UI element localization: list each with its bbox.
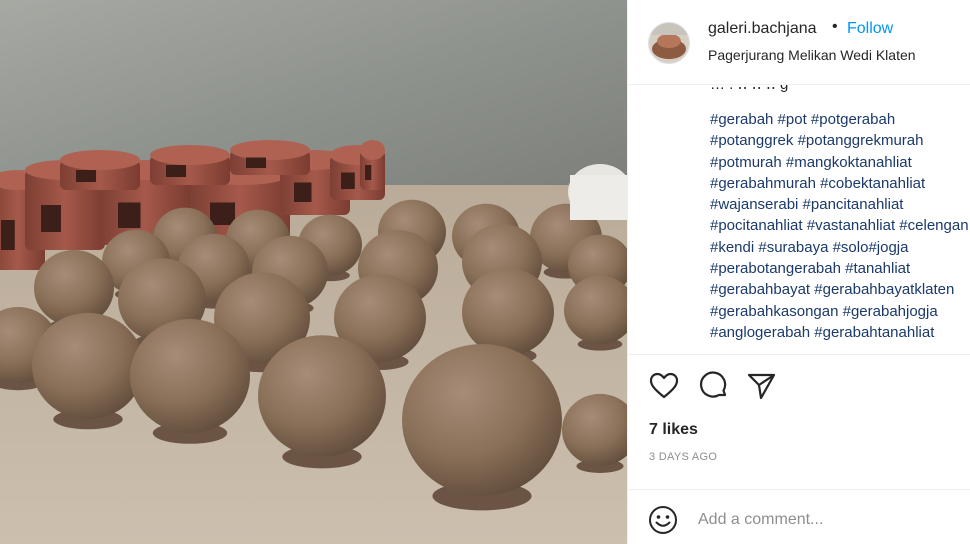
post-timestamp: 3 DAYS AGO bbox=[649, 451, 718, 463]
clay-stove bbox=[150, 145, 230, 185]
clay-stove bbox=[230, 140, 310, 175]
hashtag-line[interactable]: #perabotangerabah #tanahliat bbox=[710, 258, 970, 279]
likes-count[interactable]: 7 likes bbox=[649, 421, 698, 439]
hashtag-line[interactable]: #potanggrek #potanggrekmurah bbox=[710, 130, 970, 151]
hashtag-line[interactable]: #gerabahmurah #cobektanahliat bbox=[710, 173, 970, 194]
hashtag-line[interactable]: #wajanserabi #pancitanahliat bbox=[710, 194, 970, 215]
hashtag-line[interactable]: #potmurah #mangkoktanahliat bbox=[710, 152, 970, 173]
username[interactable]: galeri.bachjana bbox=[708, 20, 817, 38]
location-link[interactable]: Pagerjurang Melikan Wedi Klaten bbox=[708, 47, 916, 63]
share-icon[interactable] bbox=[746, 370, 778, 402]
pottery-photo bbox=[0, 0, 627, 544]
caption-text: … . ‥ ‥ ‥ g bbox=[710, 85, 788, 93]
caption: … . ‥ ‥ ‥ g #gerabah #pot #potgerabah#po… bbox=[628, 85, 970, 354]
clay-stove bbox=[360, 140, 385, 190]
post-photo bbox=[0, 0, 627, 544]
avatar[interactable] bbox=[648, 22, 690, 64]
follow-button[interactable]: Follow bbox=[847, 20, 893, 38]
hashtag-line[interactable]: #gerabahkasongan #gerabahjogja bbox=[710, 301, 970, 322]
clay-stove bbox=[60, 150, 140, 190]
hashtag-line[interactable]: #gerabahbayat #gerabahbayatklaten bbox=[710, 279, 970, 300]
hashtag-line[interactable]: #pocitanahliat #vastanahliat #celengan bbox=[710, 215, 970, 236]
comment-bar: Add a comment... bbox=[628, 490, 970, 544]
divider bbox=[628, 354, 970, 355]
hashtag-list: #gerabah #pot #potgerabah #potanggrek #po… bbox=[710, 109, 970, 343]
post-header: galeri.bachjana • Follow Pagerjurang Mel… bbox=[628, 0, 970, 85]
separator-dot: • bbox=[832, 18, 838, 35]
comment-input[interactable]: Add a comment... bbox=[698, 511, 823, 529]
post-sidebar: galeri.bachjana • Follow Pagerjurang Mel… bbox=[627, 0, 970, 544]
comment-icon[interactable] bbox=[698, 370, 730, 402]
emoji-icon[interactable] bbox=[648, 505, 678, 535]
hashtag-line[interactable]: #kendi #surabaya #solo#jogja bbox=[710, 237, 970, 258]
hashtag-line[interactable]: #gerabah #pot #potgerabah bbox=[710, 109, 970, 130]
hashtag-line[interactable]: #anglogerabah #gerabahtanahliat bbox=[710, 322, 970, 343]
heart-icon[interactable] bbox=[648, 370, 680, 402]
